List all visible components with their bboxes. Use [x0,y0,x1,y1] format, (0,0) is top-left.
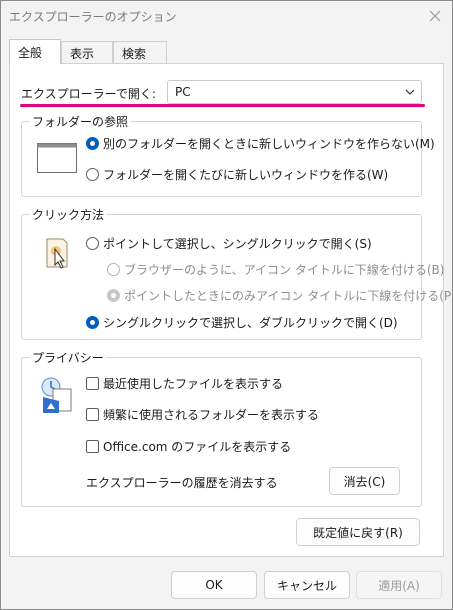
underline-browser-option: ブラウザーのように、アイコン タイトルに下線を付ける(B) [107,261,444,278]
close-icon [429,10,441,22]
browse-new-window-option[interactable]: フォルダーを開くたびに新しいウィンドウを作る(W) [86,166,388,183]
tab-view[interactable]: 表示 [61,41,113,63]
cancel-button[interactable]: キャンセル [264,571,350,599]
open-explorer-value: PC [175,85,191,99]
clear-history-button[interactable]: 消去(C) [329,467,400,495]
frequent-folders-label: 頻繁に使用されるフォルダーを表示する [103,408,320,422]
restore-defaults-button[interactable]: 既定値に戻す(R) [296,518,420,546]
radio-underline-point [107,289,120,302]
chevron-down-icon [404,86,416,98]
window-icon [37,143,77,173]
checkbox-recent-files[interactable] [86,377,99,390]
browse-folders-group: フォルダーの参照 [21,113,422,197]
tab-search[interactable]: 検索 [113,41,167,63]
browse-new-window-label: フォルダーを開くたびに新しいウィンドウを作る(W) [103,168,389,182]
radio-double-click[interactable] [86,316,99,329]
recent-files-option[interactable]: 最近使用したファイルを表示する [86,375,283,392]
underline-point-label: ポイントしたときにのみアイコン タイトルに下線を付ける(P) [124,289,453,303]
double-click-open-label: シングルクリックで選択し、ダブルクリックで開く(D) [103,316,398,330]
checkbox-office-files[interactable] [86,440,99,453]
double-click-open-option[interactable]: シングルクリックで選択し、ダブルクリックで開く(D) [86,314,398,331]
recent-files-label: 最近使用したファイルを表示する [103,377,284,391]
open-explorer-label: エクスプローラーで開く: [21,87,156,101]
radio-new-window[interactable] [86,168,99,181]
highlight-underline [20,104,425,107]
ok-button[interactable]: OK [171,571,257,599]
single-click-open-label: ポイントして選択し、シングルクリックで開く(S) [103,237,372,251]
title-bar: エクスプローラーのオプション [1,1,452,31]
browse-same-window-label: 別のフォルダーを開くときに新しいウィンドウを作らない(M) [103,137,435,151]
radio-single-click[interactable] [86,237,99,250]
browse-folders-title: フォルダーの参照 [30,113,131,130]
clear-history-label: エクスプローラーの履歴を消去する [86,476,278,490]
office-files-label: Office.com のファイルを表示する [103,440,292,454]
single-click-open-option[interactable]: ポイントして選択し、シングルクリックで開く(S) [86,235,372,252]
apply-button[interactable]: 適用(A) [356,571,442,599]
checkbox-frequent-folders[interactable] [86,408,99,421]
open-explorer-dropdown[interactable]: PC [167,80,422,104]
underline-browser-label: ブラウザーのように、アイコン タイトルに下線を付ける(B) [124,263,445,277]
browse-same-window-option[interactable]: 別のフォルダーを開くときに新しいウィンドウを作らない(M) [86,135,435,152]
frequent-folders-option[interactable]: 頻繁に使用されるフォルダーを表示する [86,406,319,423]
privacy-title: プライバシー [30,349,106,366]
close-button[interactable] [426,7,444,25]
window-title: エクスプローラーのオプション [9,10,177,24]
tab-general[interactable]: 全般 [9,39,61,64]
privacy-icon [39,375,75,415]
radio-same-window[interactable] [86,137,99,150]
mouse-pointer-icon [43,235,69,275]
click-method-title: クリック方法 [30,206,107,223]
folder-options-dialog: エクスプローラーのオプション 全般 表示 検索 エクスプローラーで開く: PC … [0,0,453,610]
office-files-option[interactable]: Office.com のファイルを表示する [86,438,291,455]
underline-point-option: ポイントしたときにのみアイコン タイトルに下線を付ける(P) [107,287,453,304]
radio-underline-browser [107,263,120,276]
